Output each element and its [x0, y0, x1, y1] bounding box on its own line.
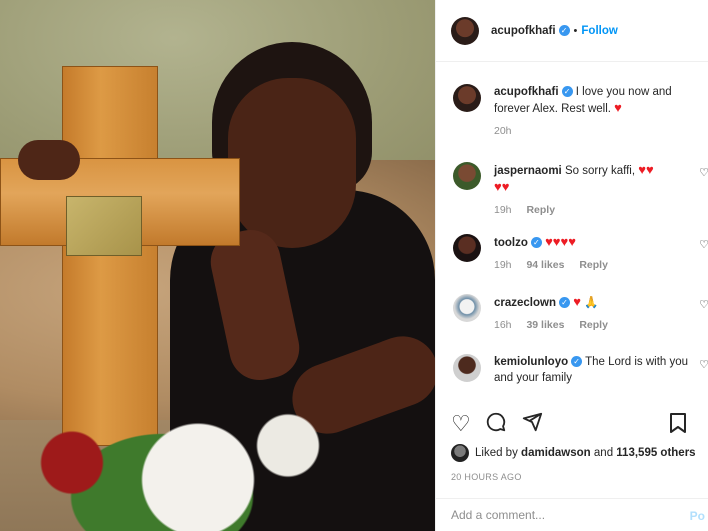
red-heart-emoji-icon: ♥ [614, 100, 622, 115]
reply-button[interactable]: Reply [579, 259, 608, 271]
heart-icon[interactable]: ♡ [451, 413, 471, 435]
photo-cross-plaque [66, 196, 142, 256]
liker-username[interactable]: damidawson [521, 447, 591, 459]
verified-icon: ✓ [530, 237, 542, 249]
commenter-avatar[interactable] [453, 234, 481, 262]
share-icon[interactable] [521, 411, 543, 437]
comment-username[interactable]: kemiolunloyo [494, 356, 568, 368]
commenter-avatar[interactable] [453, 294, 481, 322]
red-heart-emoji-icon: ♥ [573, 294, 581, 309]
post-photo[interactable] [0, 0, 435, 531]
caption-username[interactable]: acupofkhafi [494, 86, 559, 98]
comment-username[interactable]: crazeclown [494, 297, 556, 309]
reply-button[interactable]: Reply [579, 319, 608, 331]
action-bar: ♡ [451, 410, 701, 438]
photo-flowers [0, 360, 360, 531]
comment-item: toolzo ✓ ♥♥♥♥ 19h 94 likes Reply ♡ [436, 234, 708, 288]
follow-button[interactable]: Follow [581, 25, 617, 37]
photo-hand [18, 140, 80, 180]
likes-prefix: Liked by [475, 447, 518, 459]
comment-like-heart-icon[interactable]: ♡ [699, 298, 708, 311]
comment-like-heart-icon[interactable]: ♡ [699, 166, 708, 179]
post-timestamp[interactable]: 20 HOURS AGO [451, 472, 522, 482]
verified-icon: ✓ [561, 86, 573, 98]
post-header: acupofkhafi ✓ • Follow [436, 0, 708, 62]
red-heart-emoji-icon: ♥♥ [494, 179, 510, 194]
comment-time: 16h [494, 319, 512, 331]
comment-time: 19h [494, 259, 512, 271]
add-comment-input[interactable] [451, 508, 651, 522]
liker-avatar[interactable] [451, 444, 469, 462]
red-heart-emoji-icon: ♥♥ [638, 162, 654, 177]
praying-hands-emoji-icon: 🙏 [584, 297, 599, 309]
author-username[interactable]: acupofkhafi [491, 25, 556, 37]
verified-icon: ✓ [559, 297, 570, 309]
comment-likes[interactable]: 94 likes [526, 259, 564, 271]
photo-person-face [228, 78, 356, 248]
comment-like-heart-icon[interactable]: ♡ [699, 238, 708, 251]
comment-item: jaspernaomi So sorry kaffi, ♥♥ ♥♥ 19h Re… [436, 162, 708, 228]
likes-count[interactable]: 113,595 others [616, 447, 695, 459]
separator-dot: • [573, 24, 578, 37]
comment-like-heart-icon[interactable]: ♡ [699, 358, 708, 371]
comment-likes[interactable]: 39 likes [526, 319, 564, 331]
post-comment-button[interactable]: Po [690, 509, 705, 523]
likes-summary: Liked by damidawson and 113,595 others [451, 444, 706, 462]
verified-icon: ✓ [558, 25, 570, 36]
commenter-avatar[interactable] [453, 354, 481, 382]
comments-list[interactable]: acupofkhafi ✓ I love you now and forever … [436, 70, 708, 400]
author-avatar[interactable] [451, 16, 479, 45]
comment-item: crazeclown ✓ ♥ 🙏 16h 39 likes Reply ♡ [436, 294, 708, 348]
comment-icon[interactable] [485, 411, 507, 437]
bookmark-icon[interactable] [669, 412, 687, 438]
commenter-avatar[interactable] [453, 162, 481, 190]
caption-avatar[interactable] [453, 84, 481, 112]
comment-username[interactable]: jaspernaomi [494, 165, 562, 177]
caption-time: 20h [494, 125, 512, 137]
comment-username[interactable]: toolzo [494, 237, 528, 249]
verified-icon: ✓ [571, 356, 583, 368]
add-comment-bar: Po [436, 498, 708, 531]
reply-button[interactable]: Reply [526, 204, 555, 216]
post-side-panel: acupofkhafi ✓ • Follow acupofkhafi ✓ I lo… [435, 0, 708, 531]
red-heart-emoji-icon: ♥♥♥♥ [545, 234, 576, 249]
likes-and: and [593, 447, 614, 459]
comment-item: kemiolunloyo ✓ The Lord is with you and y… [436, 354, 708, 394]
caption: acupofkhafi ✓ I love you now and forever … [436, 84, 708, 150]
comment-text: So sorry kaffi, [564, 165, 636, 177]
comment-time: 19h [494, 204, 512, 216]
